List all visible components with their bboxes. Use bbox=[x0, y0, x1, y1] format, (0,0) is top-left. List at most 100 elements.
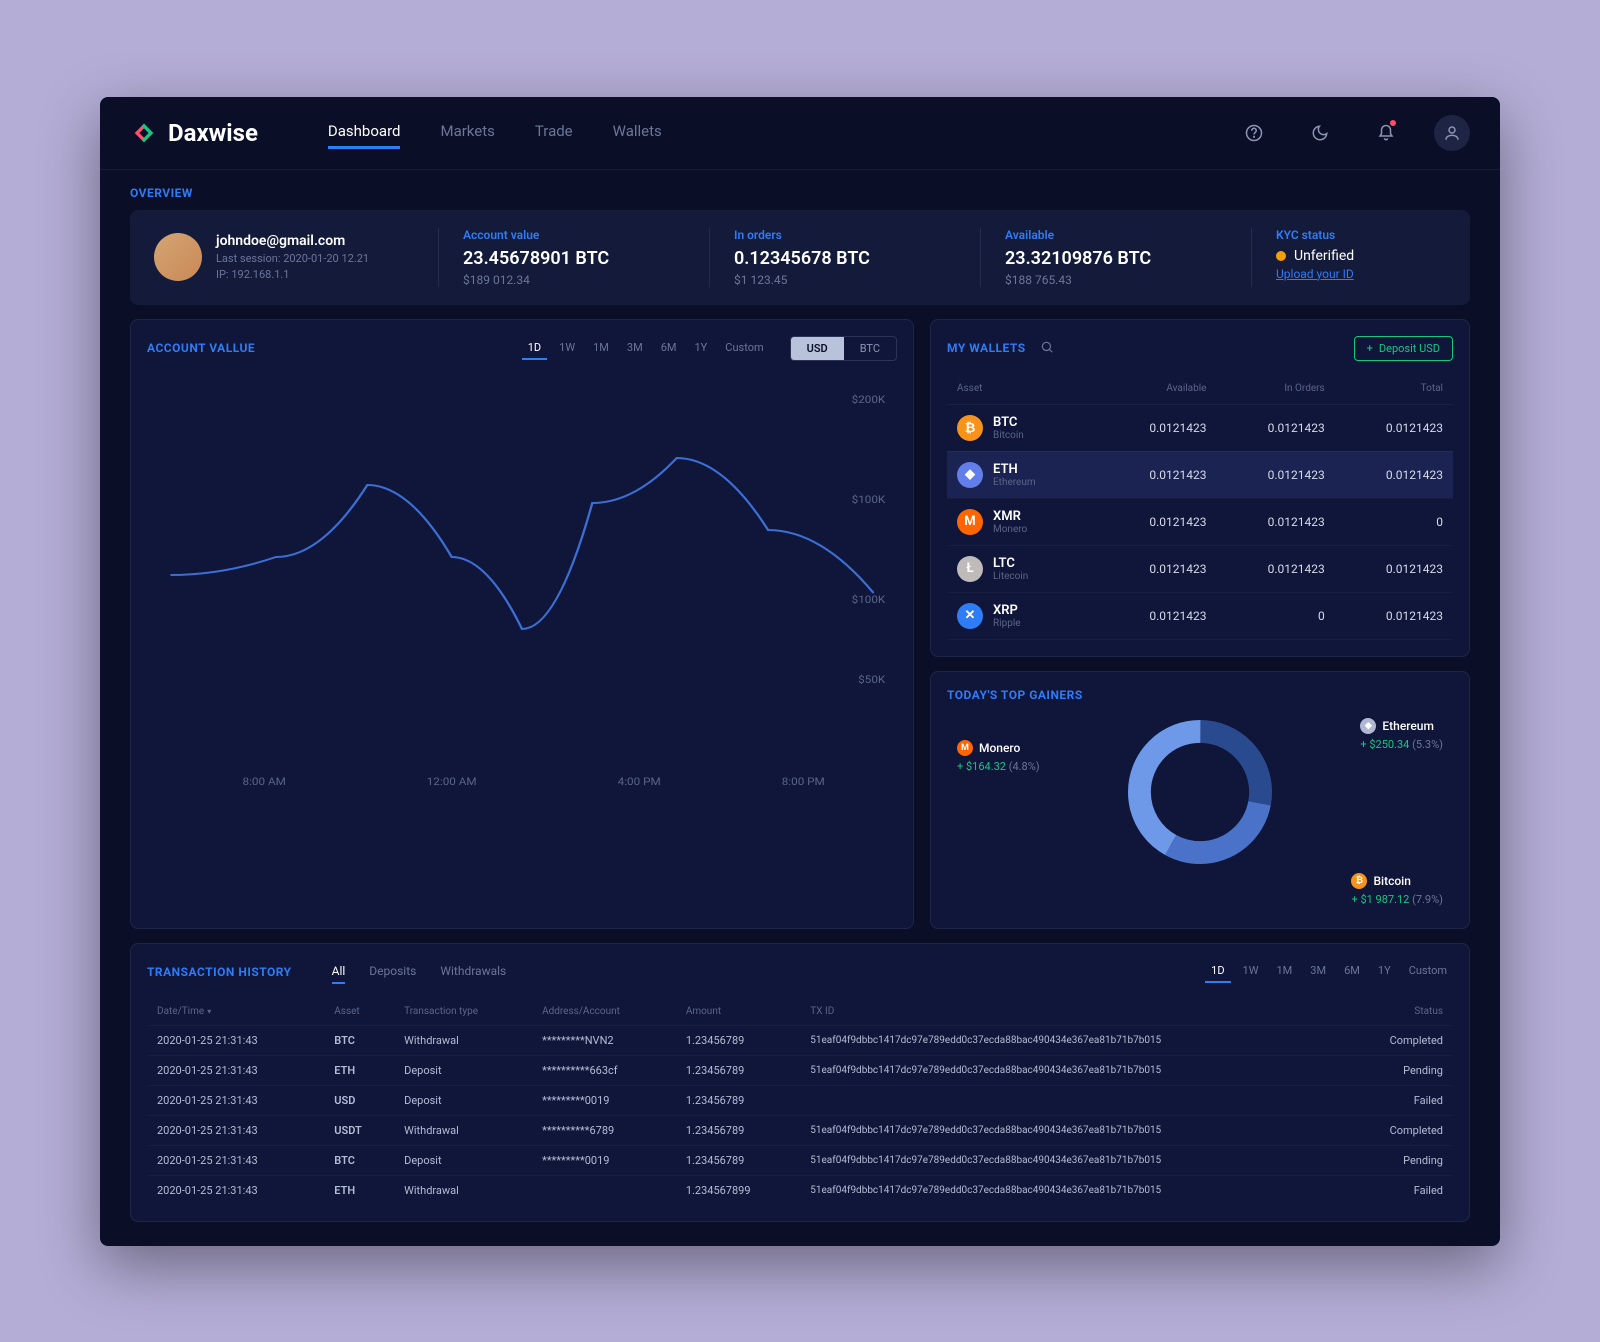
tx-row[interactable]: 2020-01-25 21:31:43BTCDeposit*********00… bbox=[147, 1145, 1453, 1175]
tx-address: *********0019 bbox=[532, 1085, 676, 1115]
cell-in-orders: 0 bbox=[1216, 592, 1334, 639]
range-1y[interactable]: 1Y bbox=[689, 337, 714, 360]
range-1d[interactable]: 1D bbox=[522, 337, 547, 360]
tx-col-address-account[interactable]: Address/Account bbox=[532, 998, 676, 1026]
range-custom[interactable]: Custom bbox=[719, 337, 769, 360]
tx-col-transaction-type[interactable]: Transaction type bbox=[394, 998, 532, 1026]
notification-dot-icon bbox=[1390, 120, 1396, 126]
tx-range-1m[interactable]: 1M bbox=[1271, 960, 1299, 983]
last-session: Last session: 2020-01-20 12.21 bbox=[216, 252, 369, 265]
tx-col-tx-id[interactable]: TX ID bbox=[800, 998, 1345, 1026]
wallet-row-ltc[interactable]: ŁLTCLitecoin0.01214230.01214230.0121423 bbox=[947, 545, 1453, 592]
col-available[interactable]: Available bbox=[1098, 375, 1216, 405]
tx-range-custom[interactable]: Custom bbox=[1403, 960, 1453, 983]
wallet-row-xrp[interactable]: ✕XRPRipple0.012142300.0121423 bbox=[947, 592, 1453, 639]
nav-wallets[interactable]: Wallets bbox=[613, 116, 662, 149]
svg-text:$50K: $50K bbox=[858, 673, 885, 685]
tx-tab-deposits[interactable]: Deposits bbox=[369, 960, 416, 984]
tx-header: TRANSACTION HISTORY AllDepositsWithdrawa… bbox=[147, 960, 1453, 984]
tx-date: 2020-01-25 21:31:43 bbox=[147, 1145, 324, 1175]
wallet-row-xmr[interactable]: MXMRMonero0.01214230.01214230 bbox=[947, 498, 1453, 545]
theme-icon[interactable] bbox=[1302, 115, 1338, 151]
wallet-row-eth[interactable]: ◆ETHEthereum0.01214230.01214230.0121423 bbox=[947, 451, 1453, 498]
cell-total: 0 bbox=[1335, 498, 1453, 545]
cell-total: 0.0121423 bbox=[1335, 592, 1453, 639]
xrp-icon: ✕ bbox=[957, 603, 983, 629]
tx-row[interactable]: 2020-01-25 21:31:43BTCWithdrawal********… bbox=[147, 1025, 1453, 1055]
nav-markets[interactable]: Markets bbox=[440, 116, 494, 149]
tx-tab-all[interactable]: All bbox=[332, 960, 346, 984]
tx-range-1y[interactable]: 1Y bbox=[1372, 960, 1397, 983]
range-6m[interactable]: 6M bbox=[655, 337, 683, 360]
tx-col-amount[interactable]: Amount bbox=[676, 998, 800, 1026]
chart-header: ACCOUNT VALLUE 1D 1W 1M 3M 6M 1YCustom USDBTC bbox=[147, 336, 897, 361]
deposit-button[interactable]: +Deposit USD bbox=[1354, 336, 1453, 361]
currency-btc[interactable]: BTC bbox=[844, 337, 896, 360]
tx-col-status[interactable]: Status bbox=[1345, 998, 1453, 1026]
stat-value: 0.12345678 BTC bbox=[734, 248, 956, 269]
tx-col-asset[interactable]: Asset bbox=[324, 998, 394, 1026]
gainer-pct: (5.3%) bbox=[1412, 738, 1443, 751]
notifications-icon[interactable] bbox=[1368, 115, 1404, 151]
wallets-header: MY WALLETS +Deposit USD bbox=[947, 336, 1453, 361]
tx-id: 51eaf04f9dbbc1417dc97e789edd0c37ecda88ba… bbox=[800, 1175, 1345, 1205]
asset-name: Litecoin bbox=[993, 571, 1028, 582]
tx-range-1w[interactable]: 1W bbox=[1237, 960, 1265, 983]
tx-date: 2020-01-25 21:31:43 bbox=[147, 1115, 324, 1145]
donut-chart bbox=[1120, 712, 1280, 872]
tx-amount: 1.23456789 bbox=[676, 1085, 800, 1115]
panel-title: ACCOUNT VALLUE bbox=[147, 341, 255, 355]
search-icon[interactable] bbox=[1040, 339, 1054, 358]
stat-sub: $188 765.43 bbox=[1005, 273, 1227, 287]
transactions-table: Date/Time▾AssetTransaction typeAddress/A… bbox=[147, 998, 1453, 1205]
tx-row[interactable]: 2020-01-25 21:31:43ETHWithdrawal1.234567… bbox=[147, 1175, 1453, 1205]
tx-range-1d[interactable]: 1D bbox=[1205, 960, 1230, 983]
help-icon[interactable] bbox=[1236, 115, 1272, 151]
tx-range-3m[interactable]: 3M bbox=[1304, 960, 1332, 983]
cell-in-orders: 0.0121423 bbox=[1216, 545, 1334, 592]
col-in-orders[interactable]: In Orders bbox=[1216, 375, 1334, 405]
tx-col-date-time[interactable]: Date/Time▾ bbox=[147, 998, 324, 1026]
tx-row[interactable]: 2020-01-25 21:31:43USDTWithdrawal*******… bbox=[147, 1115, 1453, 1145]
svg-text:$100K: $100K bbox=[852, 593, 886, 605]
range-3m[interactable]: 3M bbox=[621, 337, 649, 360]
kyc-upload-link[interactable]: Upload your ID bbox=[1276, 267, 1446, 281]
tx-type: Deposit bbox=[394, 1055, 532, 1085]
tx-date: 2020-01-25 21:31:43 bbox=[147, 1055, 324, 1085]
divider bbox=[980, 228, 981, 287]
avatar[interactable] bbox=[154, 233, 202, 281]
user-email: johndoe@gmail.com bbox=[216, 233, 369, 249]
wallet-row-btc[interactable]: ₿BTCBitcoin0.01214230.01214230.0121423 bbox=[947, 404, 1453, 451]
tx-amount: 1.23456789 bbox=[676, 1025, 800, 1055]
tx-row[interactable]: 2020-01-25 21:31:43USDDeposit*********00… bbox=[147, 1085, 1453, 1115]
right-column: MY WALLETS +Deposit USD AssetAvailableIn… bbox=[930, 319, 1470, 929]
user-info: johndoe@gmail.com Last session: 2020-01-… bbox=[216, 233, 369, 281]
col-total[interactable]: Total bbox=[1335, 375, 1453, 405]
tx-status: Completed bbox=[1345, 1115, 1453, 1145]
panel-title: MY WALLETS bbox=[947, 341, 1026, 355]
tx-type: Withdrawal bbox=[394, 1175, 532, 1205]
currency-toggle: USDBTC bbox=[790, 336, 897, 361]
tx-date: 2020-01-25 21:31:43 bbox=[147, 1085, 324, 1115]
nav-dashboard[interactable]: Dashboard bbox=[328, 116, 401, 149]
svg-text:4:00 PM: 4:00 PM bbox=[618, 775, 661, 787]
kyc-label: KYC status bbox=[1276, 228, 1446, 242]
header-actions bbox=[1236, 115, 1470, 151]
range-1w[interactable]: 1W bbox=[553, 337, 581, 360]
chart-area: $200K $100K $100K $50K 8:00 AM 12:00 AM … bbox=[147, 375, 897, 795]
col-asset[interactable]: Asset bbox=[947, 375, 1098, 405]
svg-text:12:00 AM: 12:00 AM bbox=[427, 775, 477, 787]
tx-status: Failed bbox=[1345, 1085, 1453, 1115]
asset-symbol: XRP bbox=[993, 603, 1021, 618]
tx-range-6m[interactable]: 6M bbox=[1338, 960, 1366, 983]
tx-address: **********663cf bbox=[532, 1055, 676, 1085]
currency-usd[interactable]: USD bbox=[791, 337, 844, 360]
range-1m[interactable]: 1M bbox=[587, 337, 615, 360]
tx-row[interactable]: 2020-01-25 21:31:43ETHDeposit**********6… bbox=[147, 1055, 1453, 1085]
tx-type: Deposit bbox=[394, 1145, 532, 1175]
profile-icon[interactable] bbox=[1434, 115, 1470, 151]
tx-date: 2020-01-25 21:31:43 bbox=[147, 1175, 324, 1205]
nav-trade[interactable]: Trade bbox=[535, 116, 573, 149]
tx-id: 51eaf04f9dbbc1417dc97e789edd0c37ecda88ba… bbox=[800, 1055, 1345, 1085]
tx-tab-withdrawals[interactable]: Withdrawals bbox=[440, 960, 506, 984]
